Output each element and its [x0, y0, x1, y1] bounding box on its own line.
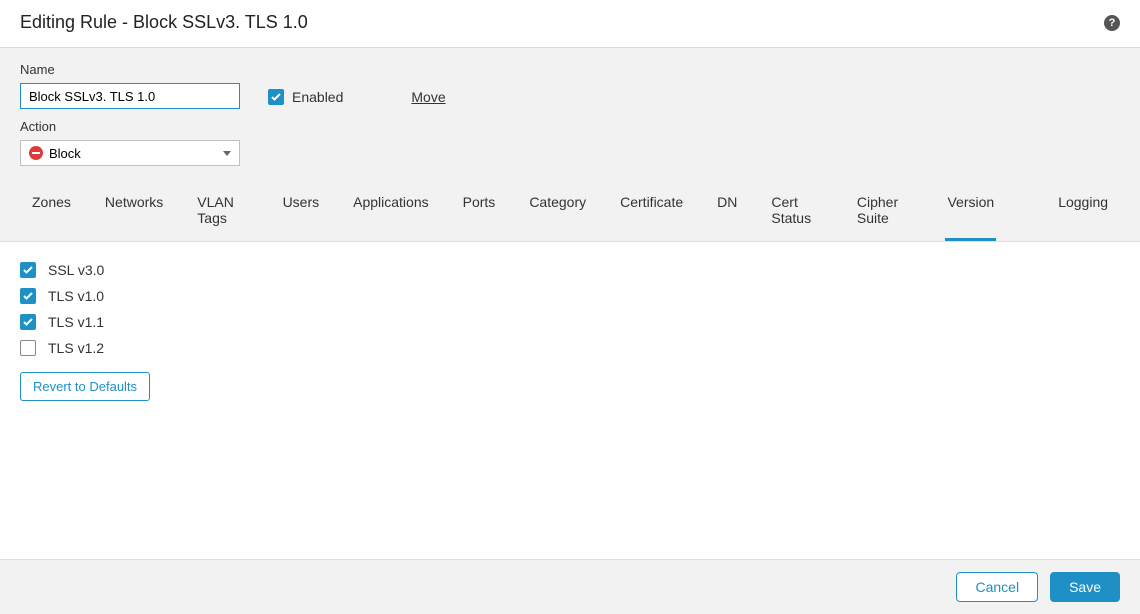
tab-dn[interactable]: DN — [715, 184, 739, 241]
version-row: TLS v1.2 — [20, 340, 1120, 356]
version-row: SSL v3.0 — [20, 262, 1120, 278]
name-input[interactable] — [20, 83, 240, 109]
save-button[interactable]: Save — [1050, 572, 1120, 602]
tab-vlan-tags[interactable]: VLAN Tags — [195, 184, 250, 241]
tab-cert-status[interactable]: Cert Status — [769, 184, 824, 241]
dialog-title: Editing Rule - Block SSLv3. TLS 1.0 — [20, 12, 308, 33]
tab-ports[interactable]: Ports — [461, 184, 498, 241]
chevron-down-icon — [223, 151, 231, 156]
cancel-button[interactable]: Cancel — [956, 572, 1038, 602]
name-field-block: Name — [20, 62, 240, 109]
version-label: SSL v3.0 — [48, 262, 104, 278]
dialog-footer: Cancel Save — [0, 559, 1140, 614]
action-value: Block — [49, 146, 81, 161]
version-label: TLS v1.0 — [48, 288, 104, 304]
action-select[interactable]: Block — [20, 140, 240, 166]
revert-button[interactable]: Revert to Defaults — [20, 372, 150, 401]
dialog-header: Editing Rule - Block SSLv3. TLS 1.0 ? — [0, 0, 1140, 48]
version-checkbox[interactable] — [20, 288, 36, 304]
enabled-label: Enabled — [292, 89, 343, 105]
tab-category[interactable]: Category — [527, 184, 588, 241]
tab-users[interactable]: Users — [281, 184, 322, 241]
name-label: Name — [20, 62, 240, 77]
version-checkbox[interactable] — [20, 262, 36, 278]
tab-certificate[interactable]: Certificate — [618, 184, 685, 241]
tab-logging[interactable]: Logging — [1056, 184, 1110, 241]
action-field-block: Action Block — [20, 119, 1120, 166]
tab-zones[interactable]: Zones — [30, 184, 73, 241]
tab-applications[interactable]: Applications — [351, 184, 431, 241]
version-label: TLS v1.2 — [48, 340, 104, 356]
version-label: TLS v1.1 — [48, 314, 104, 330]
enabled-toggle[interactable]: Enabled — [268, 89, 343, 109]
tab-cipher-suite[interactable]: Cipher Suite — [855, 184, 916, 241]
form-area: Name Enabled Move Action Block Zones Netw… — [0, 48, 1140, 242]
tabs-bar: Zones Networks VLAN Tags Users Applications P… — [20, 184, 1120, 241]
enabled-checkbox[interactable] — [268, 89, 284, 105]
version-checkbox[interactable] — [20, 340, 36, 356]
block-icon — [29, 146, 43, 160]
action-label: Action — [20, 119, 1120, 134]
help-icon[interactable]: ? — [1104, 15, 1120, 31]
tab-version[interactable]: Version — [945, 184, 996, 241]
version-row: TLS v1.1 — [20, 314, 1120, 330]
move-link[interactable]: Move — [411, 89, 445, 109]
tab-content-version: SSL v3.0 TLS v1.0 TLS v1.1 TLS v1.2 Revert … — [0, 242, 1140, 559]
version-checkbox[interactable] — [20, 314, 36, 330]
version-row: TLS v1.0 — [20, 288, 1120, 304]
tab-networks[interactable]: Networks — [103, 184, 165, 241]
